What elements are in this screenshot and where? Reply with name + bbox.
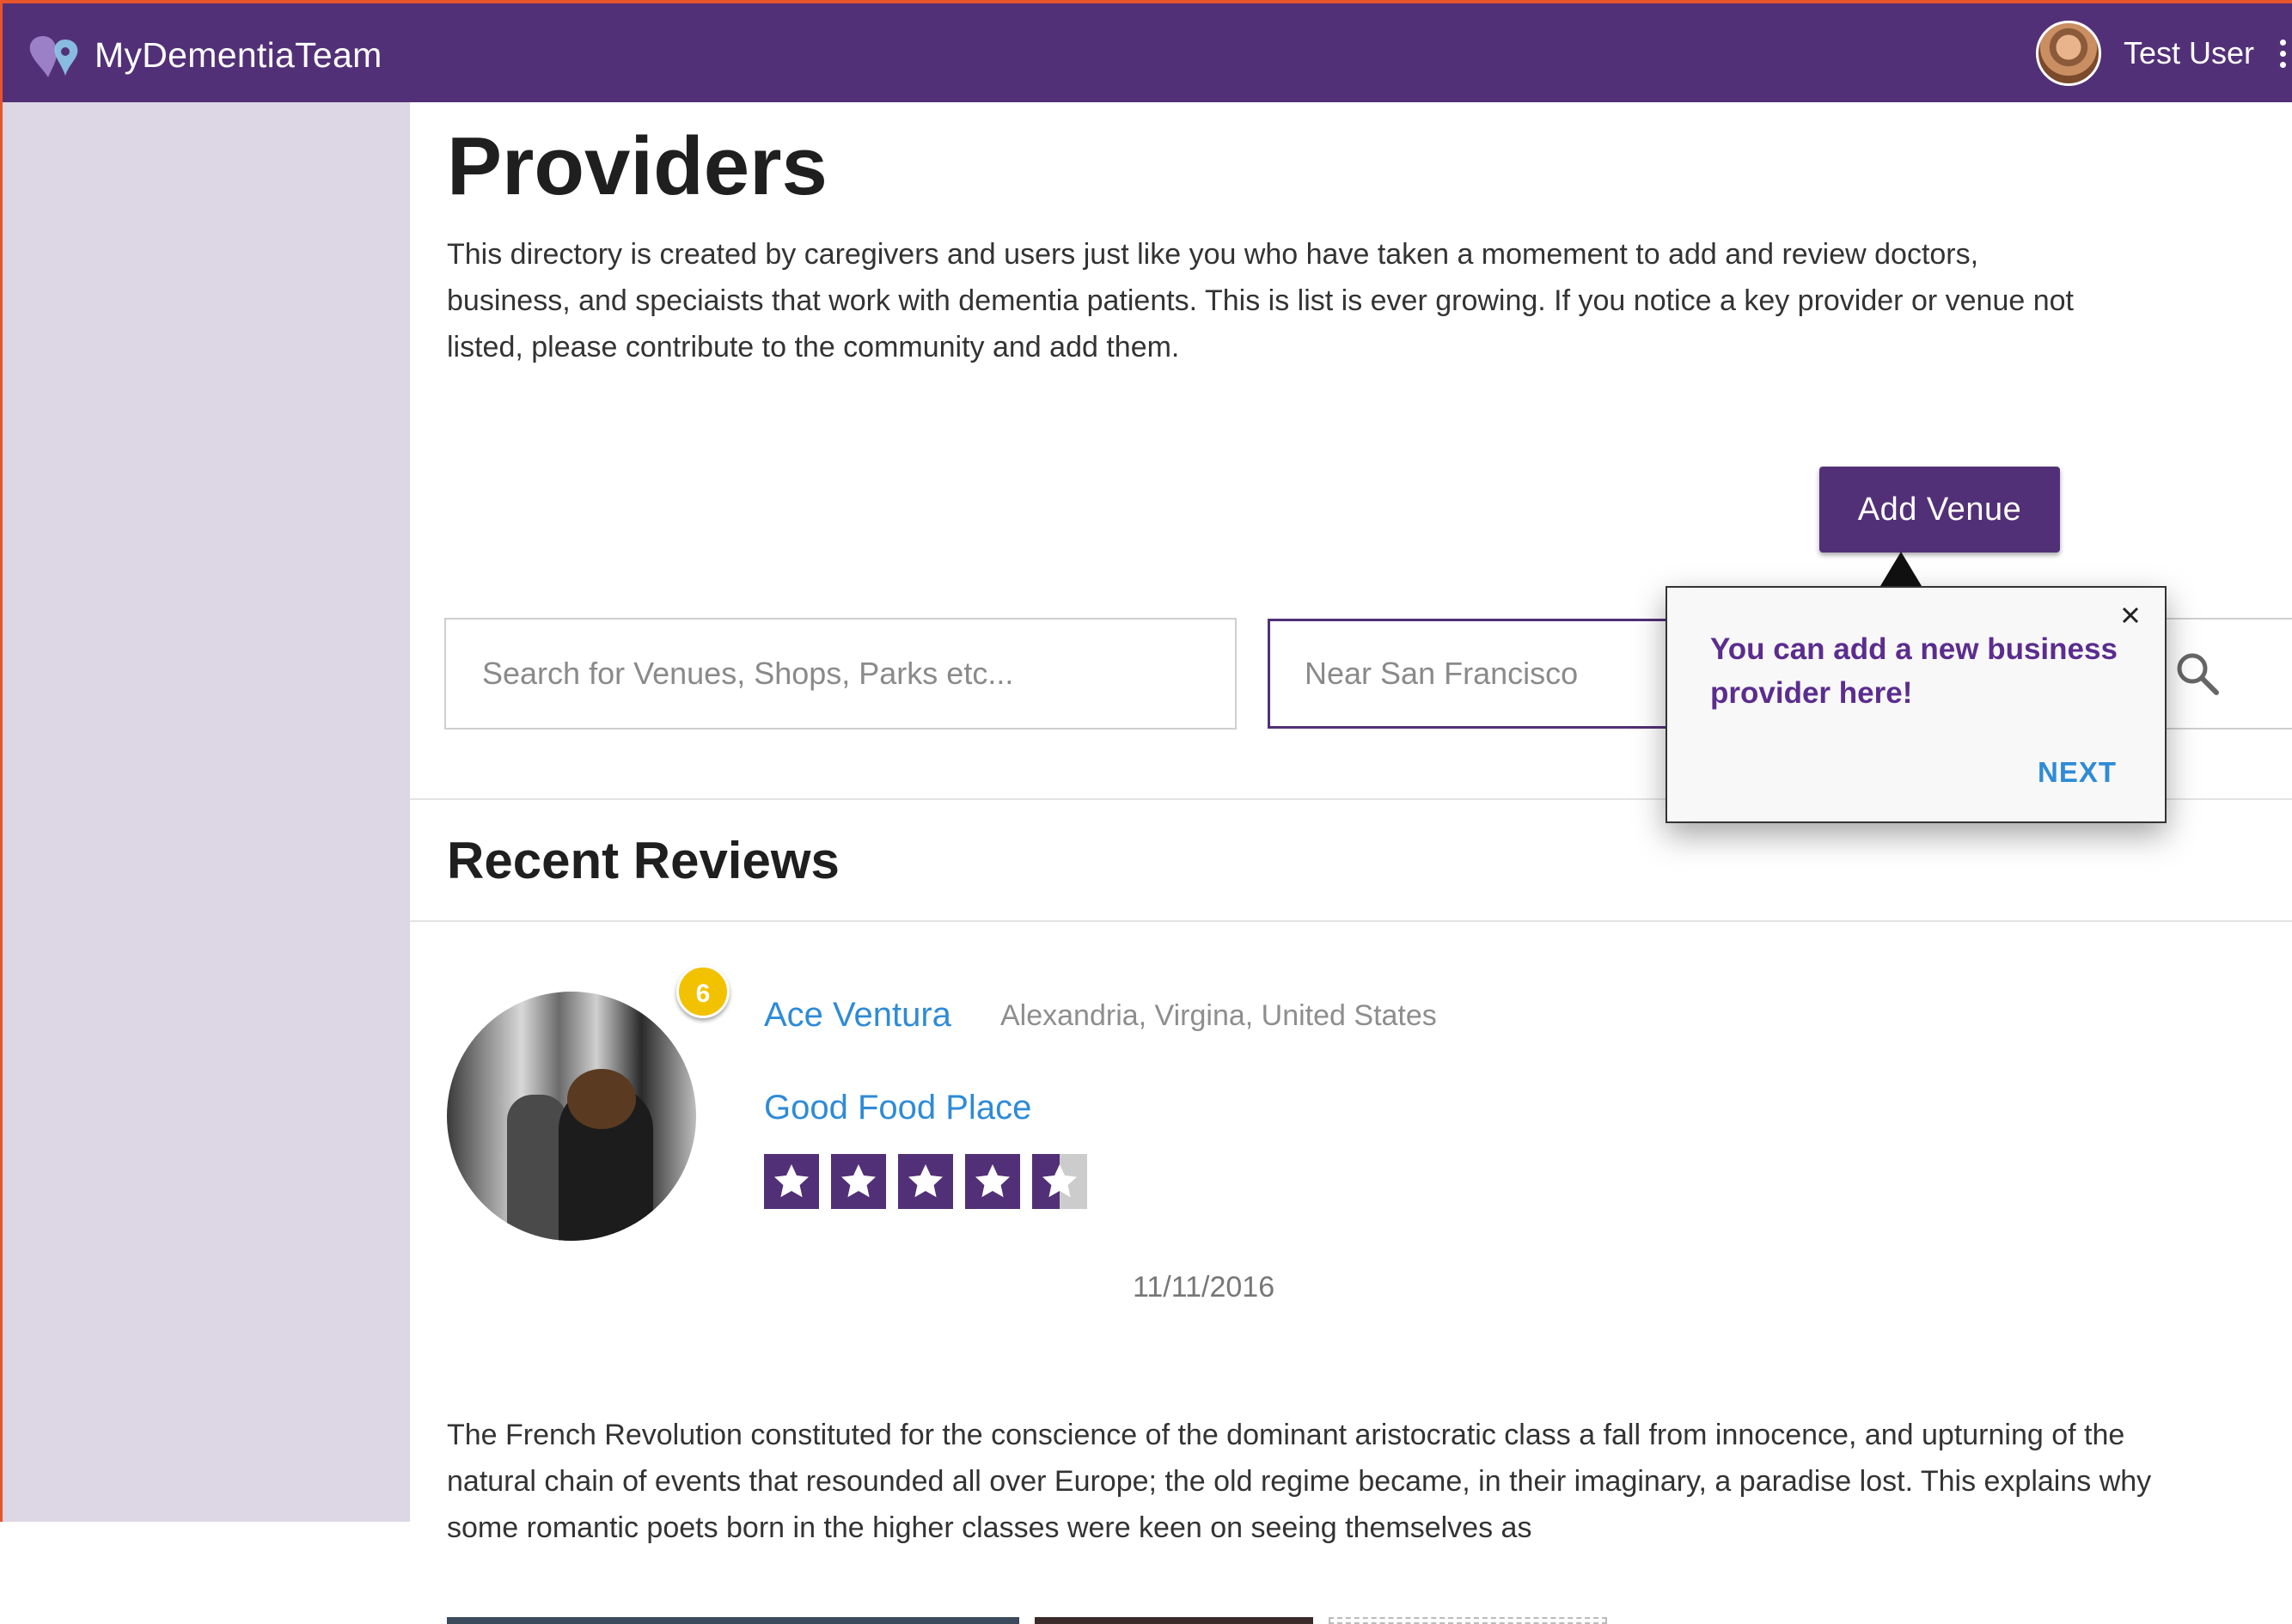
avatar[interactable] (2035, 21, 2101, 86)
page-intro: This directory is created by caregivers … (447, 238, 2074, 363)
tooltip-pointer (1880, 552, 1922, 586)
star-icon (764, 1154, 819, 1209)
review-text: The French Revolution constituted for th… (447, 1419, 2152, 1544)
add-venue-button[interactable]: Add Venue (1819, 467, 2060, 553)
close-icon[interactable] (2118, 603, 2142, 627)
venue-name-link[interactable]: Good Food Place (764, 1089, 1031, 1127)
onboarding-tooltip: You can add a new business provider here… (1666, 586, 2167, 823)
app-logo[interactable]: MyDementiaTeam (26, 29, 382, 81)
reviewer-location: Alexandria, Virgina, United States (1000, 999, 1437, 1032)
tooltip-message: You can add a new business provider here… (1710, 632, 2118, 710)
user-name[interactable]: Test User (2124, 35, 2254, 71)
search-input[interactable] (444, 618, 1237, 730)
user-menu[interactable]: Test User (2035, 17, 2292, 89)
star-icon (965, 1154, 1020, 1209)
location-input[interactable] (1268, 619, 1714, 729)
review-image-strip (447, 1617, 1607, 1624)
reviewer-name-link[interactable]: Ace Ventura (764, 996, 951, 1035)
star-rating (764, 1154, 1087, 1209)
tooltip-next-button[interactable]: NEXT (2038, 756, 2117, 789)
search-icon[interactable] (2172, 648, 2223, 699)
app-name: MyDementiaTeam (95, 34, 382, 75)
page-title: Providers (447, 120, 828, 212)
review-date: 11/11/2016 (1133, 1271, 1275, 1303)
sidebar (3, 102, 410, 1522)
star-icon (831, 1154, 886, 1209)
review-image-thumbnail[interactable] (447, 1617, 1019, 1624)
recent-reviews-title: Recent Reviews (447, 832, 840, 889)
review-image-thumbnail[interactable] (1035, 1617, 1313, 1624)
reviewer-count-badge: 6 (676, 965, 730, 1018)
review-venue-photo[interactable] (447, 992, 696, 1241)
half-star-icon (1032, 1154, 1087, 1209)
divider (410, 920, 2292, 922)
heart-pin-logo-icon (29, 36, 78, 77)
window-edge (0, 0, 3, 1522)
kebab-menu-icon[interactable] (2280, 39, 2289, 68)
review-image-placeholder[interactable] (1329, 1617, 1607, 1624)
top-navbar: MyDementiaTeam Test User (0, 0, 2292, 102)
star-icon (898, 1154, 953, 1209)
